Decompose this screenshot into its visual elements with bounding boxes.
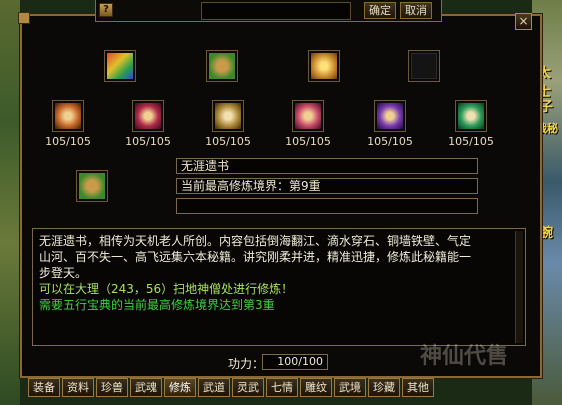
book-icon: [458, 103, 484, 129]
tab-collection[interactable]: 珍藏: [368, 378, 400, 397]
location-hint: 可以在大理（243，56）扫地神僧处进行修炼！: [39, 282, 294, 296]
book-icon: [55, 103, 81, 129]
tab-martial-realm[interactable]: 武境: [334, 378, 366, 397]
golden-chest-icon: [311, 53, 337, 79]
watermark: 神仙代售: [420, 343, 509, 369]
power-value: 100/100: [262, 354, 328, 370]
scrollbar[interactable]: [515, 231, 523, 343]
item-count: 105/105: [45, 135, 91, 148]
help-button[interactable]: ?: [99, 3, 113, 17]
item-slot-book-2[interactable]: [132, 100, 164, 132]
power-label: 功力：: [228, 357, 265, 371]
item-slot-book-4[interactable]: [292, 100, 324, 132]
item-count: 105/105: [448, 135, 494, 148]
rainbow-book-icon: [107, 53, 133, 79]
tab-martial-soul[interactable]: 武魂: [130, 378, 162, 397]
tab-emotions[interactable]: 七情: [266, 378, 298, 397]
extra-info-field: [176, 198, 478, 214]
item-slot-empty[interactable]: [408, 50, 440, 82]
tab-other[interactable]: 其他: [402, 378, 434, 397]
book-icon: [215, 103, 241, 129]
item-count: 105/105: [285, 135, 331, 148]
scroll-bundle-icon: [209, 53, 235, 79]
confirm-button[interactable]: 确定: [364, 2, 396, 19]
item-slot-golden-chest[interactable]: [308, 50, 340, 82]
background-scenery-left: [0, 0, 20, 405]
book-icon: [295, 103, 321, 129]
book-icon: [377, 103, 403, 129]
close-button[interactable]: ×: [515, 13, 532, 30]
cultivation-level-field: 当前最高修炼境界：第9重: [176, 178, 478, 194]
tab-martial-way[interactable]: 武道: [198, 378, 230, 397]
description-panel: 无涯遗书，相传为天机老人所创。内容包括倒海翻江、滴水穿石、铜墙铁壁、气定 山河、…: [32, 228, 526, 346]
scroll-bundle-icon: [79, 173, 105, 199]
item-slot-book-6[interactable]: [455, 100, 487, 132]
book-icon: [135, 103, 161, 129]
item-slot-book-1[interactable]: [52, 100, 84, 132]
tab-equipment[interactable]: 装备: [28, 378, 60, 397]
item-count: 105/105: [205, 135, 251, 148]
selected-item-slot[interactable]: [76, 170, 108, 202]
item-count: 105/105: [125, 135, 171, 148]
title-slot: [201, 2, 351, 20]
window-corner-ornament: [18, 12, 30, 24]
item-slot-rainbow-book[interactable]: [104, 50, 136, 82]
description-line: 无涯遗书，相传为天机老人所创。内容包括倒海翻江、滴水穿石、铜墙铁壁、气定: [39, 234, 472, 248]
tab-bar: 装备 资料 珍兽 武魂 修炼 武道 灵武 七情 雕纹 武境 珍藏 其他: [28, 378, 434, 398]
empty-slot-icon: [411, 53, 437, 79]
item-slot-book-3[interactable]: [212, 100, 244, 132]
top-bar: ? 确定 取消: [95, 0, 442, 22]
description-line: 步登天。: [39, 266, 88, 280]
item-name-field: 无涯遗书: [176, 158, 478, 174]
tab-spirit-weapon[interactable]: 灵武: [232, 378, 264, 397]
tab-pets[interactable]: 珍兽: [96, 378, 128, 397]
item-count: 105/105: [367, 135, 413, 148]
description-line: 山河、百不失一、高飞远集六本秘籍。讲究刚柔并进，精准迅捷，修炼此秘籍能一: [39, 250, 472, 264]
tab-profile[interactable]: 资料: [62, 378, 94, 397]
tab-cultivation[interactable]: 修炼: [164, 378, 196, 397]
requirement-hint: 需要五行宝典的当前最高修炼境界达到第3重: [39, 298, 275, 312]
item-slot-book-5[interactable]: [374, 100, 406, 132]
cancel-button[interactable]: 取消: [400, 2, 432, 19]
tab-carving[interactable]: 雕纹: [300, 378, 332, 397]
item-slot-scroll-bundle[interactable]: [206, 50, 238, 82]
